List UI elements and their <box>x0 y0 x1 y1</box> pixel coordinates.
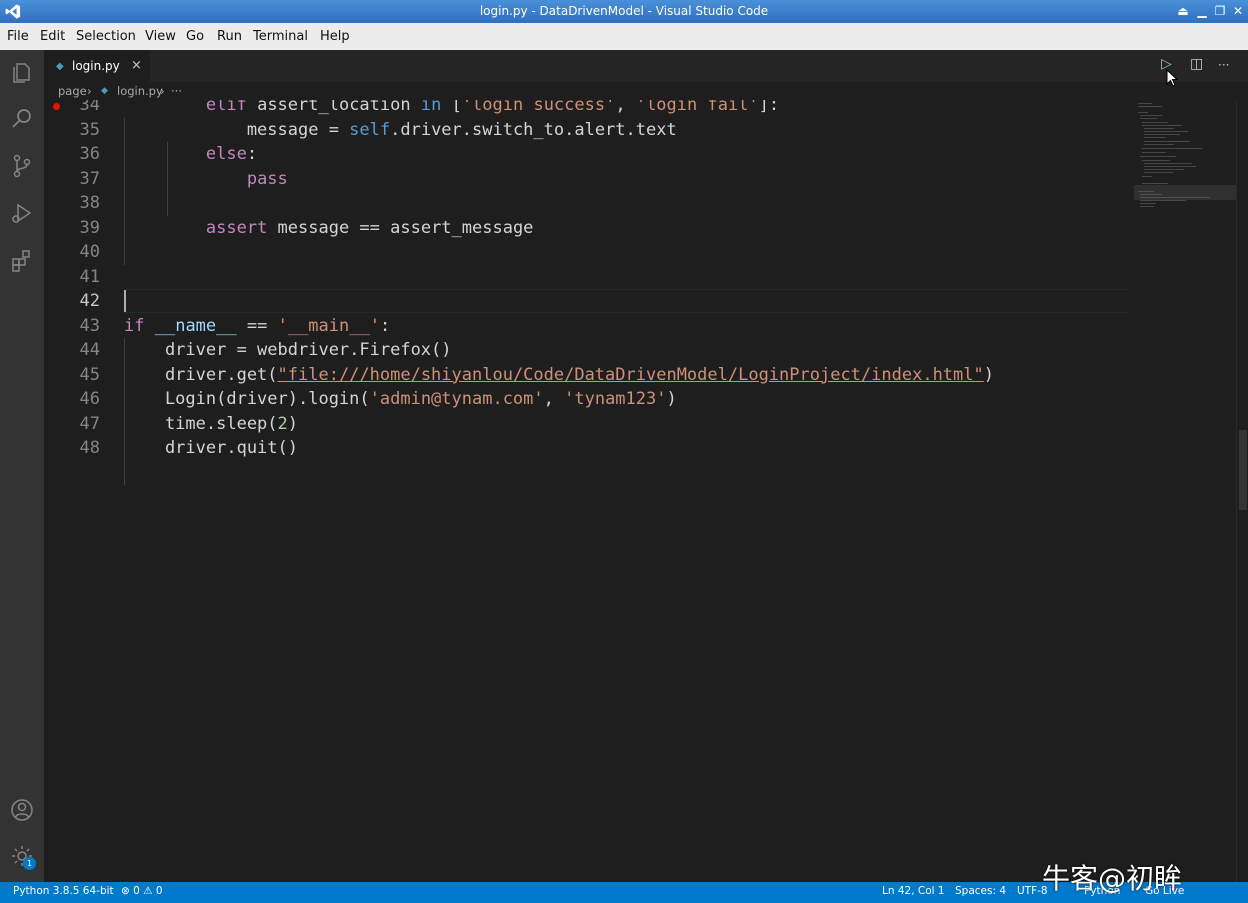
tab-bar: ◆ login.py × ▷ ◫ ··· <box>44 50 1248 87</box>
cursor-position[interactable]: Ln 42, Col 1 <box>882 885 945 897</box>
code-text: driver.quit() <box>124 438 298 458</box>
line-number: 46 <box>79 389 100 409</box>
code-line[interactable]: 35 message = self.driver.switch_to.alert… <box>44 118 1134 143</box>
menu-bar: File Edit Selection View Go Run Terminal… <box>0 23 1248 50</box>
menu-help[interactable]: Help <box>320 29 350 44</box>
python-file-icon: ◆ <box>56 61 64 72</box>
line-number: 36 <box>79 144 100 164</box>
menu-selection[interactable]: Selection <box>76 29 136 44</box>
menu-edit[interactable]: Edit <box>40 29 65 44</box>
code-line[interactable]: 36 else: <box>44 142 1134 167</box>
code-line[interactable]: 34 elif assert_location in ['login succe… <box>44 100 1134 118</box>
activity-bar: 1 <box>0 50 44 882</box>
line-number: 39 <box>79 217 100 238</box>
explorer-icon[interactable] <box>8 58 36 86</box>
code-line[interactable]: 46 Login(driver).login('admin@tynam.com'… <box>44 387 1134 412</box>
code-text: time.sleep(2) <box>124 413 299 434</box>
breadcrumb-symbols[interactable]: ··· <box>171 84 182 98</box>
line-number: 48 <box>79 438 100 458</box>
run-debug-icon[interactable] <box>8 199 36 227</box>
line-number: 44 <box>79 340 100 360</box>
breadcrumb-separator: › <box>160 84 165 98</box>
minimap[interactable] <box>1134 100 1236 882</box>
code-text: driver = webdriver.Firefox() <box>124 340 452 360</box>
mouse-pointer-icon <box>1166 69 1178 87</box>
line-number: 45 <box>79 364 100 385</box>
minimap-preview <box>1138 103 1210 207</box>
scrollbar-thumb[interactable] <box>1239 430 1247 510</box>
indentation[interactable]: Spaces: 4 <box>955 885 1006 897</box>
code-line[interactable]: 45 driver.get("file:///home/shiyanlou/Co… <box>44 363 1134 388</box>
line-number: 34 <box>79 100 100 115</box>
code-line[interactable]: 40 <box>44 240 1134 265</box>
accounts-icon[interactable] <box>8 796 36 824</box>
breadcrumb: page › ◆ login.py › ··· <box>44 82 1144 100</box>
source-control-icon[interactable] <box>8 152 36 180</box>
maximize-button[interactable]: ❐ <box>1211 2 1229 20</box>
menu-terminal[interactable]: Terminal <box>253 29 308 44</box>
breadcrumb-file[interactable]: login.py <box>117 84 163 98</box>
code-text: Login(driver).login('admin@tynam.com', '… <box>124 389 677 409</box>
code-editor[interactable]: 34 elif assert_location in ['login succe… <box>44 100 1134 882</box>
menu-view[interactable]: View <box>145 29 176 44</box>
code-line[interactable]: 37 pass <box>44 167 1134 192</box>
breadcrumb-separator: › <box>87 84 92 98</box>
code-line[interactable]: 44 driver = webdriver.Firefox() <box>44 338 1134 363</box>
breakpoint-marker[interactable] <box>53 103 60 110</box>
window-title: login.py - DataDrivenModel - Visual Stud… <box>479 4 769 18</box>
menu-file[interactable]: File <box>7 29 29 44</box>
minimap-slider[interactable] <box>1134 185 1236 200</box>
line-number: 43 <box>79 315 100 336</box>
python-file-icon: ◆ <box>101 86 108 96</box>
vertical-scrollbar[interactable] <box>1236 100 1248 882</box>
code-line[interactable]: 47 time.sleep(2) <box>44 412 1134 437</box>
code-line[interactable]: 38 <box>44 191 1134 216</box>
line-number: 35 <box>79 119 100 140</box>
close-window-button[interactable]: ✕ <box>1229 2 1247 20</box>
minimize-button[interactable]: ▁ <box>1193 2 1211 20</box>
line-number: 41 <box>79 266 100 287</box>
problems-indicator[interactable]: ⊗ 0 ⚠ 0 <box>121 885 163 897</box>
code-line[interactable]: 43 if __name__ == '__main__': <box>44 314 1134 339</box>
more-actions-icon[interactable]: ··· <box>1218 58 1229 72</box>
tab-close-icon[interactable]: × <box>131 58 142 73</box>
breadcrumb-folder[interactable]: page <box>58 84 87 98</box>
code-line[interactable]: 39 assert message == assert_message <box>44 216 1134 241</box>
line-number: 37 <box>79 168 100 189</box>
menu-go[interactable]: Go <box>186 29 204 44</box>
code-text: driver.get("file:///home/shiyanlou/Code/… <box>124 364 994 385</box>
watermark: 牛客@初眸 <box>1042 862 1183 895</box>
title-bar: login.py - DataDrivenModel - Visual Stud… <box>0 0 1248 23</box>
accounts-badge: 1 <box>23 857 36 870</box>
code-text: assert message == assert_message <box>205 217 534 238</box>
menu-run[interactable]: Run <box>217 29 242 44</box>
extensions-icon[interactable] <box>8 246 36 274</box>
manage-gear-icon[interactable]: 1 <box>8 842 36 870</box>
line-number: 47 <box>79 413 100 434</box>
code-line[interactable]: 48 driver.quit() <box>44 436 1134 461</box>
tab-label: login.py <box>72 59 120 73</box>
line-number: 40 <box>79 242 100 262</box>
code-line[interactable]: 41 <box>44 265 1134 290</box>
tab-login-py[interactable]: ◆ login.py × <box>44 50 150 82</box>
code-text: if __name__ == '__main__': <box>124 315 391 336</box>
python-interpreter[interactable]: Python 3.8.5 64-bit <box>13 885 114 897</box>
split-editor-icon[interactable]: ◫ <box>1190 56 1203 72</box>
code-text: message = self.driver.switch_to.alert.te… <box>124 119 677 140</box>
line-number: 38 <box>79 193 100 213</box>
code-line[interactable]: 42 <box>44 289 1134 314</box>
shade-window-button[interactable]: ⏏ <box>1174 2 1192 20</box>
code-text: pass <box>246 168 288 189</box>
search-icon[interactable] <box>8 105 36 133</box>
code-text: else: <box>205 144 258 164</box>
line-number: 42 <box>79 291 100 311</box>
code-text: elif assert_location in ['login success'… <box>205 100 780 115</box>
